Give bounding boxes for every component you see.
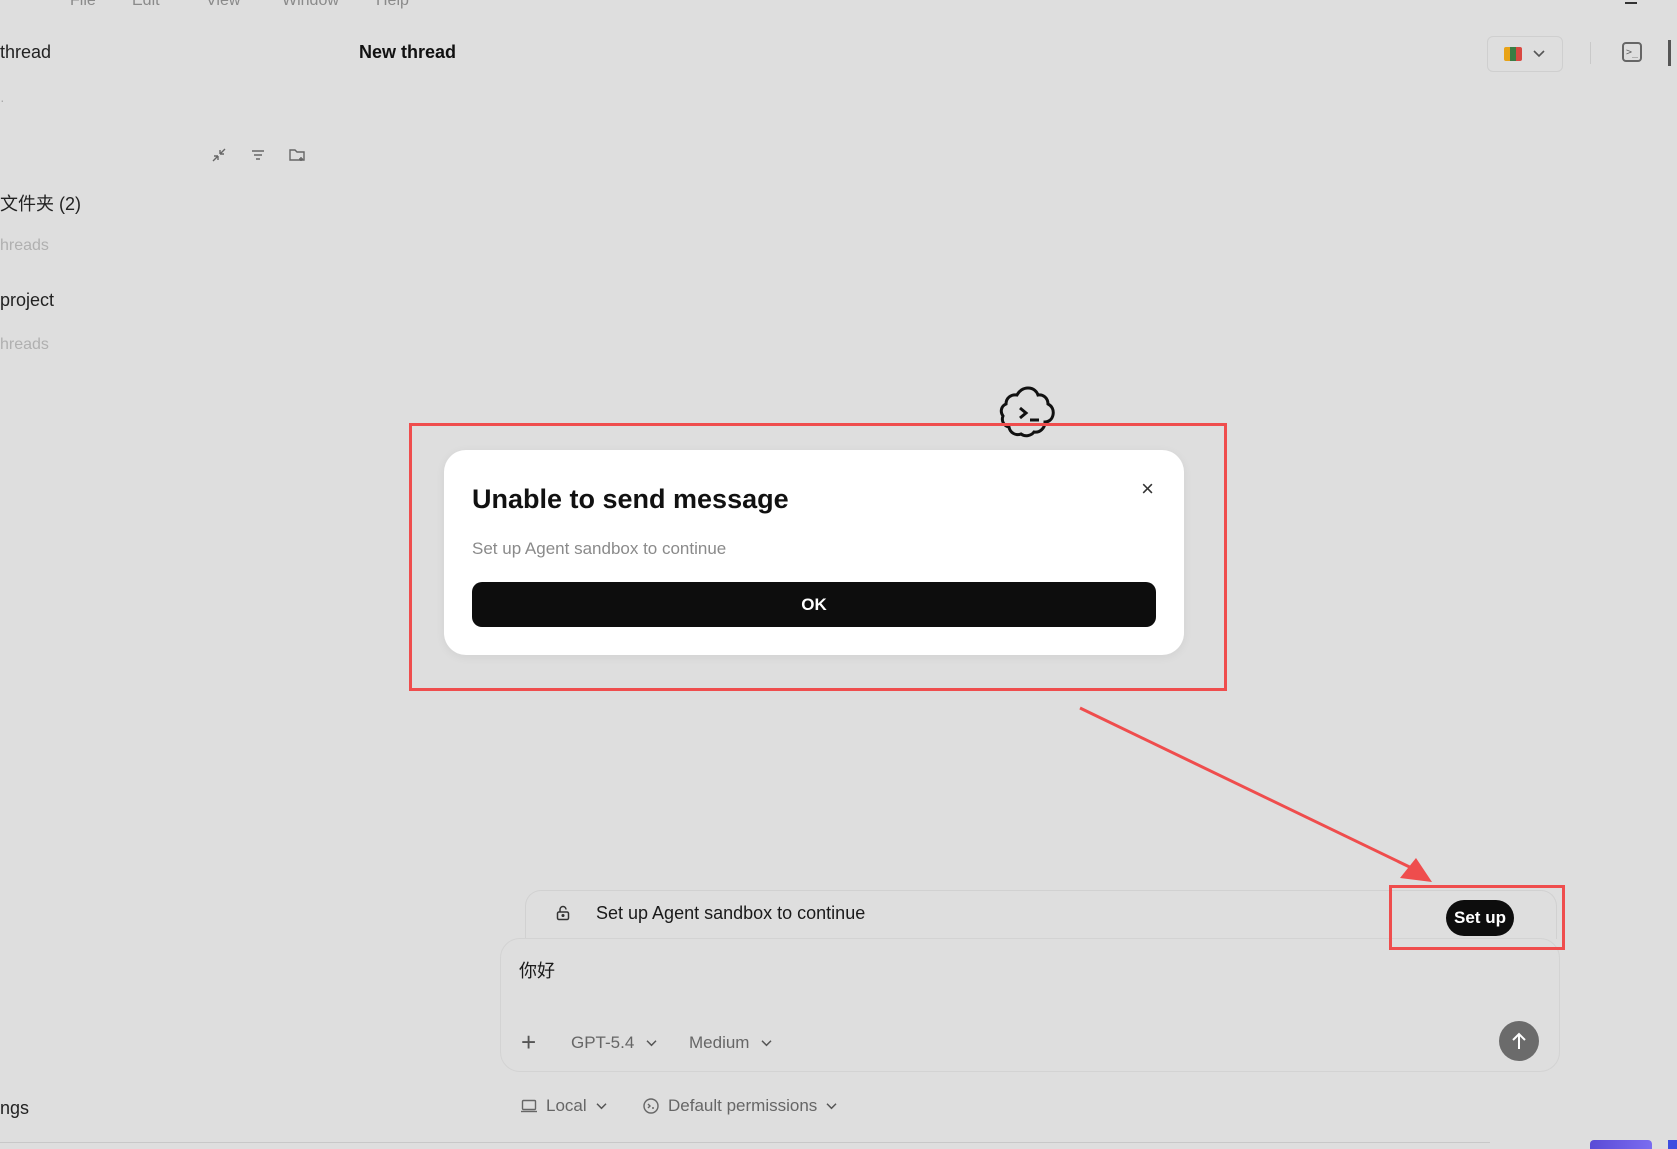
new-folder-icon[interactable] [288,146,306,164]
add-attachment-button[interactable]: + [521,1029,536,1055]
annotation-box-setup [1389,885,1565,950]
chevron-down-icon [826,1102,837,1109]
effort-selector[interactable]: Medium [689,1033,773,1053]
chevron-down-icon [596,1102,607,1109]
lock-icon [556,905,570,921]
minimize-icon[interactable] [1625,0,1637,4]
header-divider [1590,42,1591,64]
sidebar-new-thread[interactable]: thread [0,42,51,63]
menu-help[interactable]: Help [376,0,409,10]
menu-file[interactable]: File [70,0,96,10]
environment-selector[interactable]: Local [520,1096,608,1116]
banner-text: Set up Agent sandbox to continue [596,903,866,923]
send-button[interactable] [1499,1021,1539,1061]
app-icon [1504,47,1522,61]
sidebar-project-threads: hreads [0,336,49,353]
menu-view[interactable]: View [206,0,240,10]
menu-edit[interactable]: Edit [132,0,160,10]
collapse-icon[interactable] [210,146,228,164]
message-composer[interactable]: 你好 + GPT-5.4 Medium [500,938,1560,1072]
taskbar-app-icon[interactable] [1590,1140,1652,1149]
open-in-app-picker[interactable] [1487,36,1563,72]
annotation-box-dialog [409,423,1227,691]
chevron-down-icon [646,1040,657,1047]
composer-input[interactable]: 你好 [519,957,555,983]
permissions-selector[interactable]: Default permissions [642,1096,838,1116]
shield-icon [643,1098,659,1114]
chevron-down-icon [761,1040,772,1047]
sidebar-dot-icon: · [0,92,5,108]
taskbar-edge-icon[interactable] [1668,1140,1677,1149]
environment-label: Local [546,1096,587,1115]
model-label: GPT-5.4 [571,1033,635,1052]
terminal-icon[interactable]: >_ [1622,42,1642,62]
model-selector[interactable]: GPT-5.4 [571,1033,658,1053]
laptop-icon [521,1099,537,1113]
sidebar-settings[interactable]: ngs [0,1098,29,1119]
chevron-down-icon [1533,50,1545,58]
bottom-divider [0,1142,1490,1143]
filter-icon[interactable] [249,146,267,164]
permissions-label: Default permissions [668,1096,818,1115]
arrow-up-icon [1512,1032,1526,1049]
sidebar-folder-item[interactable]: 文件夹 (2) [0,190,81,216]
menu-window[interactable]: Window [282,0,339,10]
page-title: New thread [359,42,457,62]
effort-label: Medium [689,1033,750,1052]
sidebar-project-item[interactable]: project [0,290,54,311]
sidebar-folder-threads: hreads [0,237,49,254]
panel-edge [1668,40,1671,66]
